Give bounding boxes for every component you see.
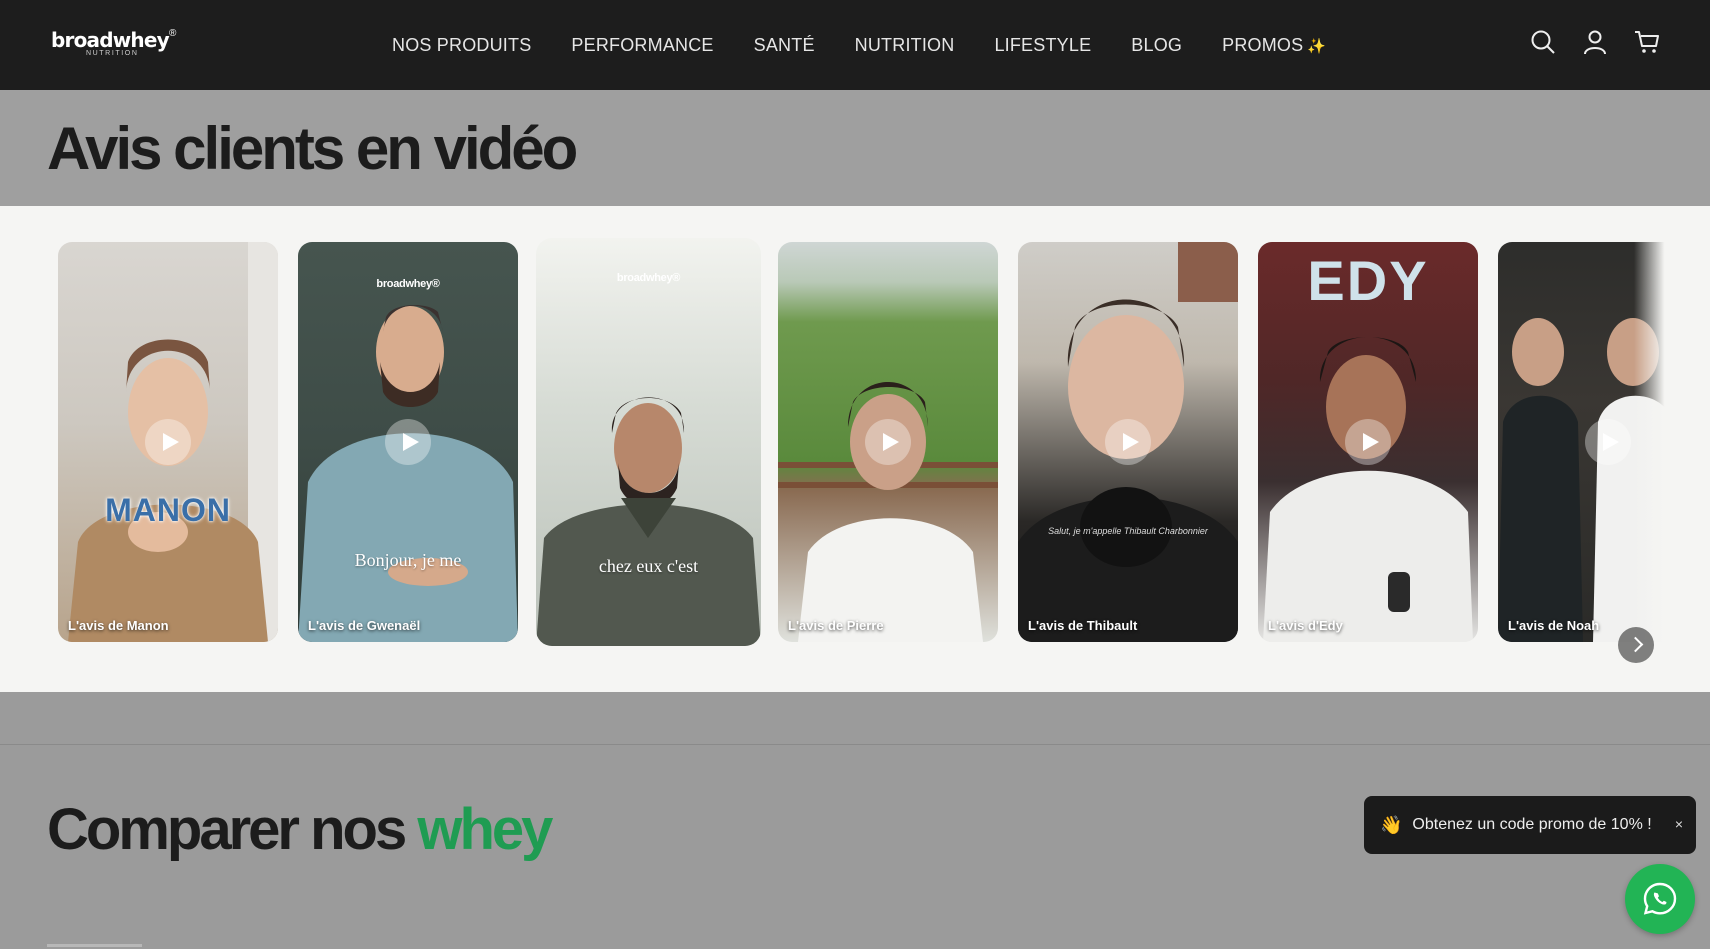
avis-section-title: Avis clients en vidéo [47,115,578,182]
site-header: broadwhey ® NUTRITION NOS PRODUITS PERFO… [0,0,1710,90]
video-card-label: L'avis d'Edy [1268,618,1343,633]
waving-hand-icon: 👋 [1380,814,1403,835]
play-icon[interactable] [865,419,911,465]
brand-watermark: broadwhey® [616,272,681,284]
nav-item-promos[interactable]: PROMOS ✨ [1222,35,1326,56]
person-image [536,397,761,646]
promo-popup-text: Obtenez un code promo de 10% ! [1412,816,1652,833]
video-card-label: L'avis de Gwenaël [308,618,421,633]
brand-logo[interactable]: broadwhey ® NUTRITION [51,28,191,66]
compare-section-title: Comparer nos whey [47,797,553,862]
nav-item-nutrition[interactable]: NUTRITION [855,35,955,56]
whatsapp-chat-button[interactable] [1625,864,1695,934]
account-icon[interactable] [1582,29,1608,55]
nav-item-sante[interactable]: SANTÉ [754,35,815,56]
video-card-pierre[interactable]: L'avis de Pierre [778,242,998,642]
main-nav: NOS PRODUITS PERFORMANCE SANTÉ NUTRITION… [392,0,1366,90]
nav-item-blog[interactable]: BLOG [1131,35,1182,56]
play-icon[interactable] [1105,419,1151,465]
video-card-label: L'avis de Manon [68,618,169,633]
logo-subtitle: NUTRITION [86,50,139,57]
video-card-thibault[interactable]: Salut, je m'appelle Thibault Charbonnier… [1018,242,1238,642]
video-overlay-name: EDY [1307,249,1429,312]
compare-title-main: Comparer nos [47,797,418,862]
video-card-label: L'avis de Noah [1508,618,1600,633]
brand-watermark: broadwhey® [376,278,440,290]
sparkles-icon: ✨ [1307,37,1327,55]
video-reviews-carousel[interactable]: MANON L'avis de Manon broadwhey® Bonjour… [0,206,1710,692]
play-icon[interactable] [1585,419,1631,465]
header-actions [1530,29,1660,55]
logo-registered-mark: ® [169,28,177,39]
carousel-next-icon[interactable] [1618,627,1654,663]
search-icon[interactable] [1530,29,1556,55]
video-card-label: L'avis de Pierre [788,618,884,633]
section-divider [0,744,1710,745]
video-card-label: L'avis de Thibault [1028,618,1138,633]
play-icon[interactable] [145,419,191,465]
close-icon[interactable]: × [1675,816,1683,832]
nav-item-nos-produits[interactable]: NOS PRODUITS [392,35,531,56]
video-card-gwenael[interactable]: broadwhey® Bonjour, je me L'avis de Gwen… [298,242,518,642]
play-icon[interactable] [1345,419,1391,465]
play-icon[interactable] [385,419,431,465]
video-card-manon[interactable]: MANON L'avis de Manon [58,242,278,642]
cart-icon[interactable] [1634,29,1660,55]
promo-code-popup[interactable]: 👋 Obtenez un code promo de 10% ! × [1364,796,1696,854]
video-card-active[interactable]: broadwhey® chez eux c'est [536,238,761,646]
nav-item-performance[interactable]: PERFORMANCE [571,35,713,56]
video-caption: Salut, je m'appelle Thibault Charbonnier [1048,526,1208,536]
decorative-line [47,944,142,947]
whatsapp-icon [1643,882,1677,915]
video-card-edy[interactable]: EDY L'avis d'Edy [1258,242,1478,642]
video-subtitle: chez eux c'est [598,556,699,576]
video-overlay-name: MANON [105,492,231,528]
nav-item-promos-label: PROMOS [1222,34,1304,55]
video-subtitle: Bonjour, je me [354,550,462,570]
nav-item-lifestyle[interactable]: LIFESTYLE [994,35,1091,56]
carousel-fade [1634,206,1710,692]
compare-title-accent: whey [417,797,553,862]
